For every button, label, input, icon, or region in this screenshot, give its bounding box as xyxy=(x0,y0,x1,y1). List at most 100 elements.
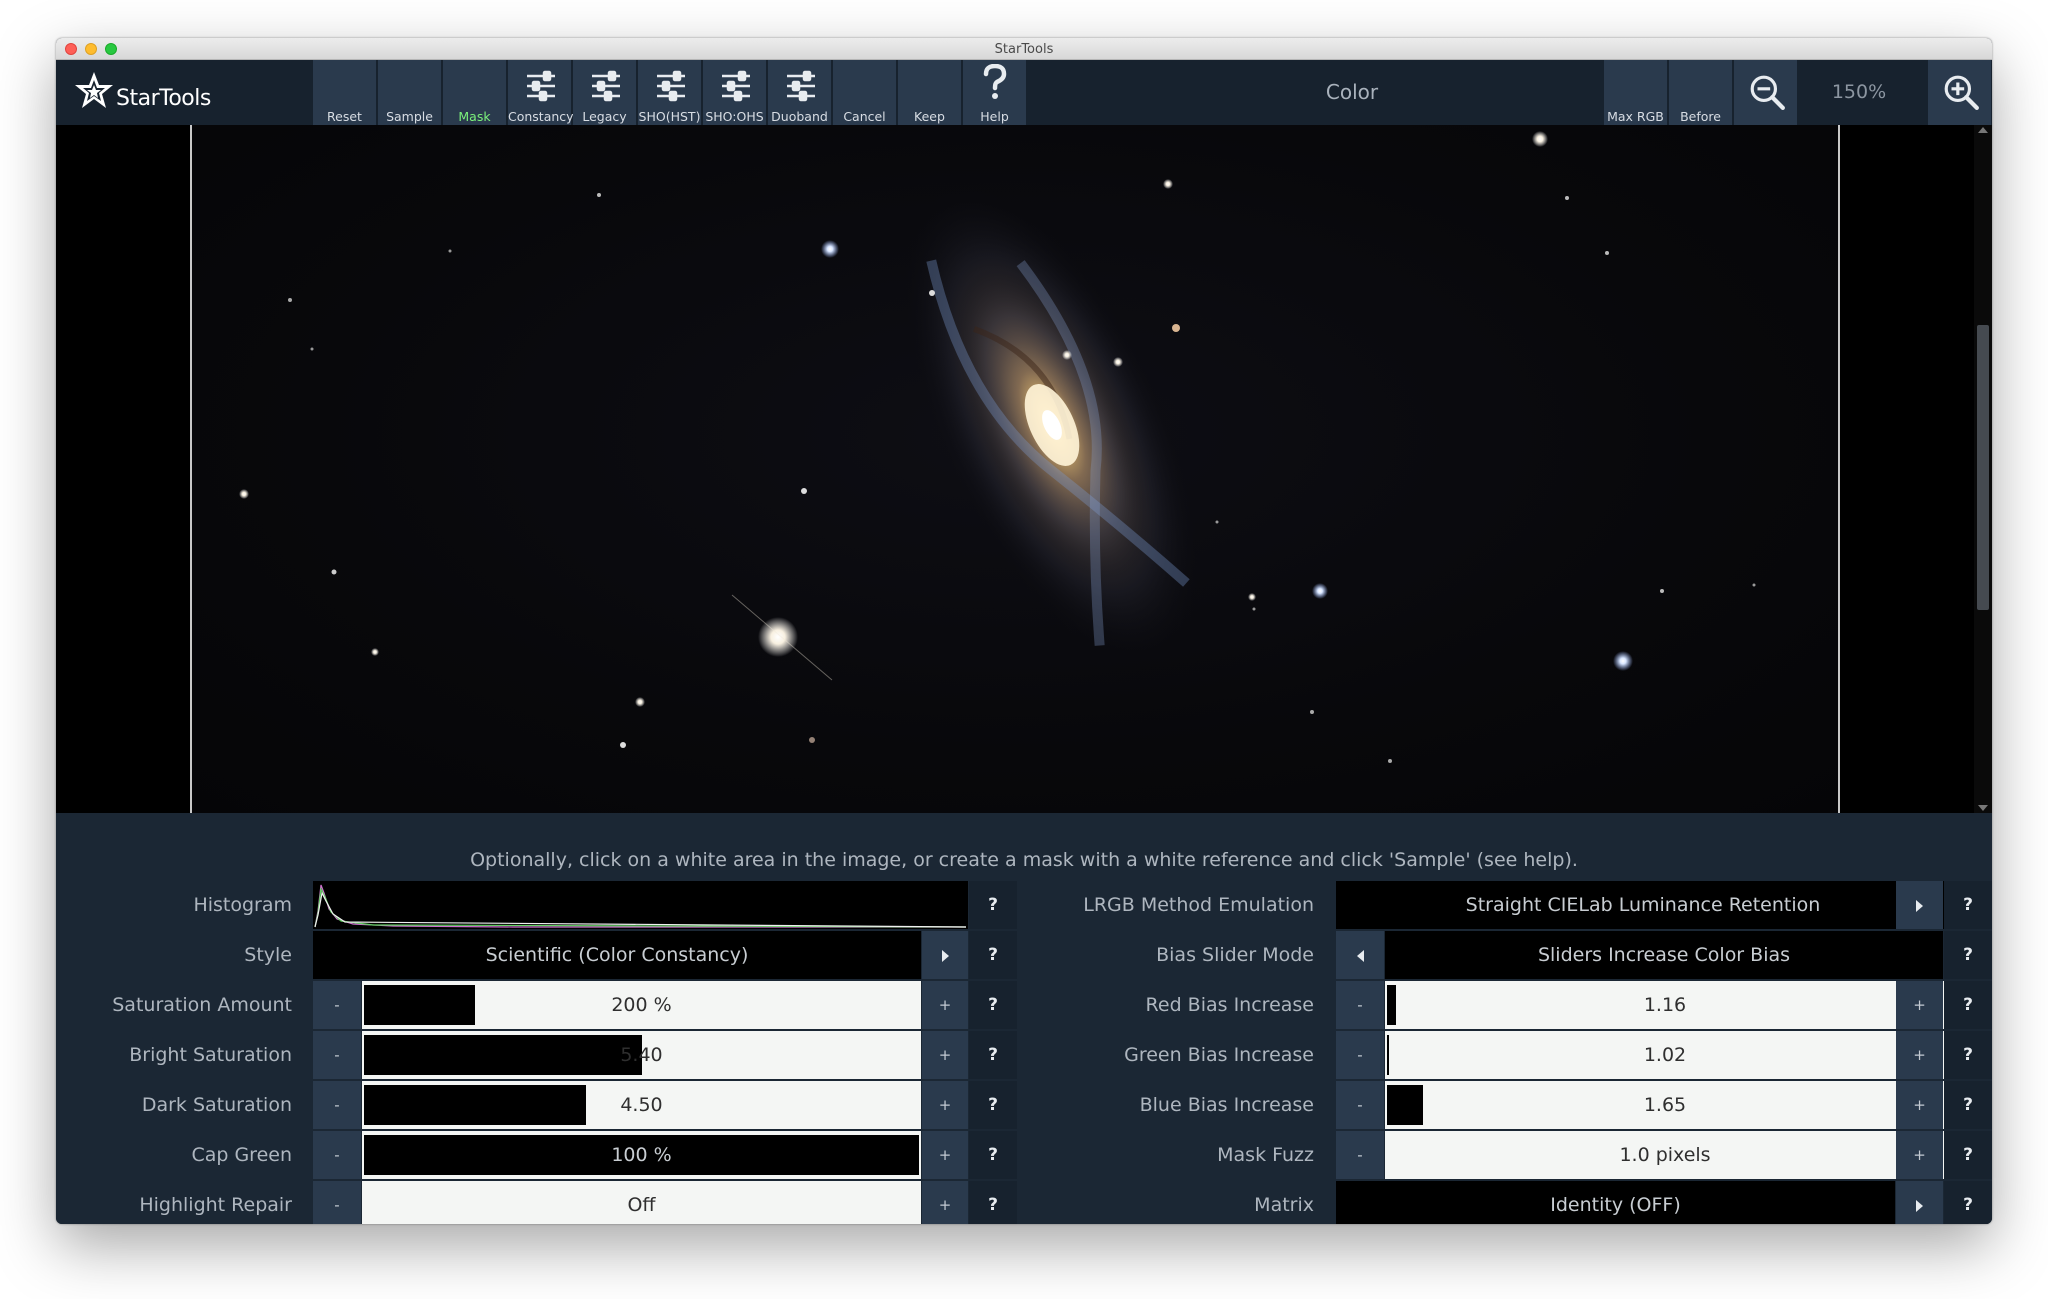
sho-ohs-button[interactable]: SHO:OHS xyxy=(703,60,767,125)
green-bias-label: Green Bias Increase xyxy=(1124,1044,1314,1066)
bright-saturation-value: 5.40 xyxy=(620,1044,663,1066)
zoom-in-button[interactable] xyxy=(1928,60,1992,125)
highlight-repair-plus-button[interactable]: + xyxy=(922,1181,968,1224)
green-bias-help-button[interactable]: ? xyxy=(1944,1031,1992,1079)
keep-button[interactable]: Keep xyxy=(898,60,962,125)
green-bias-minus-button[interactable]: - xyxy=(1336,1031,1384,1079)
constancy-button-label: Constancy xyxy=(508,109,574,124)
lrgb-method-help-button[interactable]: ? xyxy=(1944,881,1992,929)
blue-bias-help-button[interactable]: ? xyxy=(1944,1081,1992,1129)
sliders-icon xyxy=(527,70,555,102)
mask-fuzz-plus-button[interactable]: + xyxy=(1896,1131,1943,1179)
histogram-help-button[interactable]: ? xyxy=(969,881,1017,929)
mask-fuzz-slider[interactable]: 1.0 pixels xyxy=(1385,1131,1945,1179)
lrgb-method-value[interactable]: Straight CIELab Luminance Retention xyxy=(1336,881,1950,929)
blue-bias-slider[interactable]: 1.65 xyxy=(1385,1081,1945,1129)
highlight-repair-slider[interactable]: Off xyxy=(362,1181,921,1224)
max-rgb-button[interactable]: Max RGB xyxy=(1604,60,1668,125)
zoom-in-icon xyxy=(1944,75,1979,110)
title-bar: StarTools xyxy=(56,38,1992,60)
legacy-button-label: Legacy xyxy=(582,109,627,124)
green-bias-plus-button[interactable]: + xyxy=(1896,1031,1943,1079)
mask-fuzz-help-button[interactable]: ? xyxy=(1944,1131,1992,1179)
highlight-repair-value: Off xyxy=(627,1194,656,1216)
triangle-left-icon xyxy=(1356,949,1364,962)
red-bias-help-button[interactable]: ? xyxy=(1944,981,1992,1029)
cap-green-slider[interactable]: 100 % xyxy=(362,1131,921,1179)
matrix-next-button[interactable] xyxy=(1896,1181,1943,1224)
sho-ohs-button-label: SHO:OHS xyxy=(705,109,764,124)
sliders-icon xyxy=(592,70,620,102)
scrollbar-thumb[interactable] xyxy=(1977,325,1989,610)
style-next-button[interactable] xyxy=(922,931,968,979)
bias-slider-mode-prev-button[interactable] xyxy=(1336,931,1384,979)
dark-saturation-value: 4.50 xyxy=(620,1094,663,1116)
lrgb-method-next-button[interactable] xyxy=(1896,881,1943,929)
saturation-amount-minus-button[interactable]: - xyxy=(313,981,361,1029)
dark-saturation-minus-button[interactable]: - xyxy=(313,1081,361,1129)
lrgb-method-label: LRGB Method Emulation xyxy=(1083,894,1314,916)
cap-green-minus-button[interactable]: - xyxy=(313,1131,361,1179)
bright-saturation-slider[interactable]: 5.40 xyxy=(362,1031,921,1079)
sho-hst-button-label: SHO(HST) xyxy=(638,109,701,124)
toolbar: StarTools Reset Sample Mask Constancy Le… xyxy=(56,60,1992,125)
matrix-help-button[interactable]: ? xyxy=(1944,1181,1992,1224)
matrix-value[interactable]: Identity (OFF) xyxy=(1336,1181,1895,1224)
histogram-label: Histogram xyxy=(193,894,292,916)
triangle-right-icon xyxy=(941,949,949,962)
before-button[interactable]: Before xyxy=(1669,60,1733,125)
red-bias-slider[interactable]: 1.16 xyxy=(1385,981,1945,1029)
highlight-repair-minus-button[interactable]: - xyxy=(313,1181,361,1224)
green-bias-slider[interactable]: 1.02 xyxy=(1385,1031,1945,1079)
highlight-repair-help-button[interactable]: ? xyxy=(969,1181,1017,1224)
blue-bias-plus-button[interactable]: + xyxy=(1896,1081,1943,1129)
style-label: Style xyxy=(244,944,292,966)
bright-saturation-help-button[interactable]: ? xyxy=(969,1031,1017,1079)
saturation-amount-help-button[interactable]: ? xyxy=(969,981,1017,1029)
window-title: StarTools xyxy=(994,42,1054,57)
saturation-amount-plus-button[interactable]: + xyxy=(922,981,968,1029)
app-logo: StarTools xyxy=(72,68,211,116)
red-bias-label: Red Bias Increase xyxy=(1145,994,1314,1016)
sample-button[interactable]: Sample xyxy=(378,60,442,125)
cap-green-help-button[interactable]: ? xyxy=(969,1131,1017,1179)
red-bias-plus-button[interactable]: + xyxy=(1896,981,1943,1029)
bias-slider-mode-value[interactable]: Sliders Increase Color Bias xyxy=(1385,931,1943,979)
saturation-amount-slider[interactable]: 200 % xyxy=(362,981,921,1029)
duoband-button[interactable]: Duoband xyxy=(768,60,832,125)
dark-saturation-label: Dark Saturation xyxy=(141,1094,292,1116)
reset-button[interactable]: Reset xyxy=(313,60,377,125)
bright-saturation-plus-button[interactable]: + xyxy=(922,1031,968,1079)
dark-saturation-slider[interactable]: 4.50 xyxy=(362,1081,921,1129)
keep-button-label: Keep xyxy=(914,109,945,124)
sho-hst-button[interactable]: SHO(HST) xyxy=(638,60,702,125)
mask-fuzz-minus-button[interactable]: - xyxy=(1336,1131,1384,1179)
constancy-button[interactable]: Constancy xyxy=(508,60,574,125)
vertical-scrollbar[interactable] xyxy=(1974,125,1992,813)
star-logo-icon xyxy=(75,72,113,108)
blue-bias-minus-button[interactable]: - xyxy=(1336,1081,1384,1129)
mask-button[interactable]: Mask xyxy=(443,60,507,125)
cap-green-value: 100 % xyxy=(611,1144,672,1166)
duoband-button-label: Duoband xyxy=(771,109,828,124)
style-value[interactable]: Scientific (Color Constancy) xyxy=(313,931,921,979)
scroll-up-arrow-icon[interactable] xyxy=(1978,127,1988,133)
help-button[interactable]: Help xyxy=(963,60,1027,125)
triangle-right-icon xyxy=(1916,899,1923,912)
green-bias-value: 1.02 xyxy=(1643,1044,1687,1066)
blue-bias-value: 1.65 xyxy=(1643,1094,1687,1116)
bias-slider-mode-help-button[interactable]: ? xyxy=(1944,931,1992,979)
zoom-out-button[interactable] xyxy=(1734,60,1798,125)
red-bias-minus-button[interactable]: - xyxy=(1336,981,1384,1029)
astro-image-canvas[interactable] xyxy=(190,125,1840,813)
bright-saturation-minus-button[interactable]: - xyxy=(313,1031,361,1079)
sliders-icon xyxy=(722,70,750,102)
cancel-button[interactable]: Cancel xyxy=(833,60,897,125)
legacy-button[interactable]: Legacy xyxy=(573,60,637,125)
dark-saturation-plus-button[interactable]: + xyxy=(922,1081,968,1129)
style-help-button[interactable]: ? xyxy=(969,931,1017,979)
scroll-down-arrow-icon[interactable] xyxy=(1978,805,1988,811)
dark-saturation-help-button[interactable]: ? xyxy=(969,1081,1017,1129)
saturation-amount-label: Saturation Amount xyxy=(112,994,292,1016)
cap-green-plus-button[interactable]: + xyxy=(922,1131,968,1179)
